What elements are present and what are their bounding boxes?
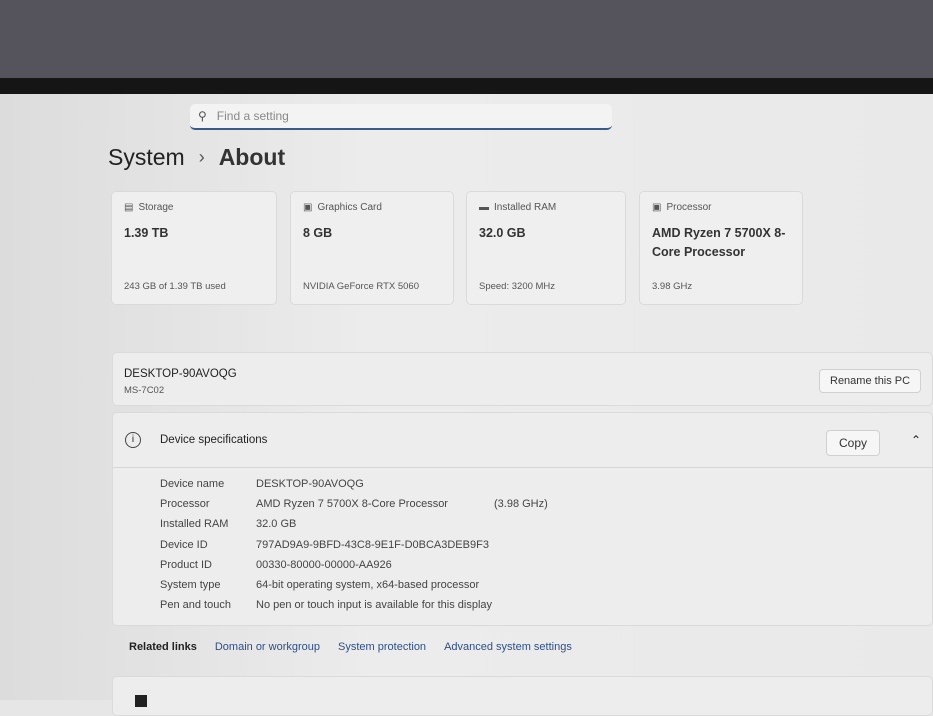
spec-key: Product ID — [160, 559, 212, 571]
card-sub: NVIDIA GeForce RTX 5060 — [303, 281, 419, 292]
page-title: About — [218, 144, 286, 170]
spec-value: 00330-80000-00000-AA926 — [256, 559, 392, 571]
graphics-card[interactable]: ▣ Graphics Card 8 GB NVIDIA GeForce RTX 5… — [290, 191, 454, 305]
related-links-label: Related links — [129, 641, 197, 653]
search-icon: ⚲ — [198, 109, 207, 123]
card-value: 32.0 GB — [479, 226, 526, 240]
domain-workgroup-link[interactable]: Domain or workgroup — [215, 641, 320, 653]
pc-model: MS-7C02 — [124, 385, 165, 396]
monitor-bezel — [0, 0, 933, 78]
pc-name: DESKTOP-90AVOQG — [124, 368, 237, 380]
spec-value: 32.0 GB — [256, 518, 297, 530]
card-label: Processor — [666, 202, 712, 213]
ram-card[interactable]: ▬ Installed RAM 32.0 GB Speed: 3200 MHz — [466, 191, 626, 305]
advanced-system-settings-link[interactable]: Advanced system settings — [444, 641, 572, 653]
windows-logo-icon — [135, 695, 147, 707]
spec-extra: (3.98 GHz) — [494, 498, 548, 510]
card-sub: Speed: 3200 MHz — [479, 281, 556, 292]
processor-card[interactable]: ▣ Processor AMD Ryzen 7 5700X 8-Core Proc… — [639, 191, 803, 305]
spec-key: Pen and touch — [160, 599, 231, 611]
spec-key: Device name — [160, 478, 225, 490]
storage-card[interactable]: ▤ Storage 1.39 TB 243 GB of 1.39 TB used — [111, 191, 277, 305]
spec-value: 64-bit operating system, x64-based proce… — [256, 579, 480, 591]
copy-button[interactable]: Copy — [826, 430, 881, 456]
card-sub: 243 GB of 1.39 TB used — [124, 281, 226, 292]
spec-key: Processor — [160, 498, 210, 510]
card-label: Storage — [138, 202, 174, 213]
spec-key: Installed RAM — [160, 518, 229, 530]
divider — [113, 467, 932, 468]
chevron-right-icon: › — [198, 147, 205, 167]
gpu-icon: ▣ — [303, 202, 313, 213]
search-input[interactable]: ⚲ Find a setting — [190, 104, 612, 130]
monitor-edge — [0, 78, 933, 94]
rename-pc-button[interactable]: Rename this PC — [819, 369, 922, 393]
info-icon: i — [125, 432, 141, 448]
spec-value: AMD Ryzen 7 5700X 8-Core Processor — [256, 498, 448, 510]
breadcrumb-system[interactable]: System — [108, 144, 185, 171]
card-value: 8 GB — [303, 226, 333, 240]
card-sub: 3.98 GHz — [652, 281, 693, 292]
pc-name-panel: DESKTOP-90AVOQG MS-7C02 Rename this PC — [112, 352, 933, 406]
processor-icon: ▣ — [652, 202, 662, 213]
spec-value: 797AD9A9-9BFD-43C8-9E1F-D0BCA3DEB9F3 — [256, 539, 489, 551]
spec-key: Device ID — [160, 539, 208, 551]
breadcrumb: System › About — [108, 144, 285, 171]
ram-icon: ▬ — [479, 202, 489, 213]
spec-key: System type — [160, 579, 221, 591]
related-links: Related links Domain or workgroup System… — [112, 628, 933, 666]
system-protection-link[interactable]: System protection — [338, 641, 426, 653]
search-placeholder: Find a setting — [216, 109, 289, 123]
chevron-up-icon[interactable]: ⌃ — [911, 433, 921, 447]
spec-value: No pen or touch input is available for t… — [256, 599, 493, 611]
storage-icon: ▤ — [124, 202, 134, 213]
card-value: AMD Ryzen 7 5700X 8-Core Processor — [652, 226, 786, 259]
card-label: Graphics Card — [317, 202, 382, 213]
card-value: 1.39 TB — [124, 226, 169, 240]
spec-value: DESKTOP-90AVOQG — [256, 478, 364, 490]
windows-specs-panel[interactable] — [112, 676, 933, 716]
specs-title: Device specifications — [160, 434, 268, 446]
card-label: Installed RAM — [494, 202, 557, 213]
